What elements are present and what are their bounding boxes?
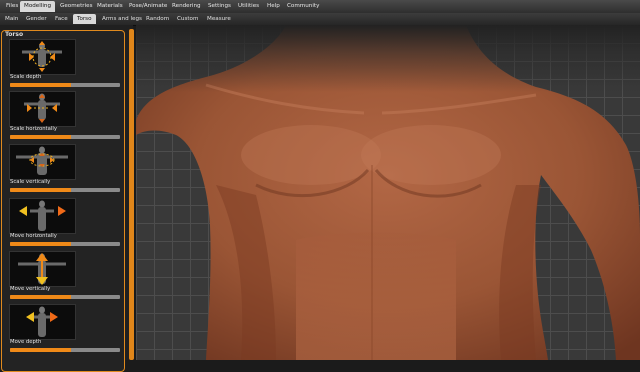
- slider-fill: [10, 188, 71, 192]
- slider-track[interactable]: [10, 295, 120, 299]
- scale-vertical-figure-icon[interactable]: [9, 144, 76, 180]
- subtab-main[interactable]: Main: [1, 14, 22, 24]
- slider-label: Move horizontally: [10, 233, 57, 239]
- slider-fill: [10, 348, 71, 352]
- tab-community[interactable]: Community: [283, 1, 323, 12]
- slider-label: Scale horizontally: [10, 126, 57, 132]
- main-menu-bar: Files Modelling Geometries Materials Pos…: [0, 0, 640, 14]
- subtab-arms-and-legs[interactable]: Arms and legs: [98, 14, 146, 24]
- tab-help[interactable]: Help: [263, 1, 284, 12]
- subtab-random[interactable]: Random: [142, 14, 173, 24]
- tab-modelling[interactable]: Modelling: [20, 1, 55, 12]
- subtab-gender[interactable]: Gender: [22, 14, 51, 24]
- slider-label: Move depth: [10, 339, 42, 345]
- slider-label: Scale vertically: [10, 179, 51, 185]
- tab-geometries[interactable]: Geometries: [56, 1, 97, 12]
- subtab-torso[interactable]: Torso: [73, 14, 96, 24]
- slider-label: Move vertically: [10, 286, 51, 292]
- move-vertical-figure-icon[interactable]: [9, 251, 76, 287]
- slider-fill: [10, 83, 71, 87]
- scale-depth-figure-icon[interactable]: [9, 39, 76, 75]
- subtab-face[interactable]: Face: [51, 14, 72, 24]
- panel-title: Torso: [5, 31, 24, 38]
- viewport-top-shade: [136, 25, 640, 360]
- slider-track[interactable]: [10, 242, 120, 246]
- subtab-measure[interactable]: Measure: [203, 14, 235, 24]
- slider-track[interactable]: [10, 83, 120, 87]
- move-horizontal-figure-icon[interactable]: [9, 198, 76, 234]
- slider-track[interactable]: [10, 188, 120, 192]
- subtab-custom[interactable]: Custom: [173, 14, 202, 24]
- slider-fill: [10, 242, 71, 246]
- torso-panel: Torso Scale depth Scale horizontally Sca…: [1, 30, 125, 372]
- slider-label: Scale depth: [10, 74, 42, 80]
- slider-fill: [10, 135, 71, 139]
- tab-rendering[interactable]: Rendering: [168, 1, 205, 12]
- slider-fill: [10, 295, 71, 299]
- tab-utilities[interactable]: Utilities: [234, 1, 263, 12]
- scale-horizontal-figure-icon[interactable]: [9, 91, 76, 127]
- tab-pose-animate[interactable]: Pose/Animate: [125, 1, 171, 12]
- tab-settings[interactable]: Settings: [204, 1, 235, 12]
- slider-track[interactable]: [10, 135, 120, 139]
- slider-track[interactable]: [10, 348, 120, 352]
- left-sidebar: Torso Scale depth Scale horizontally Sca…: [0, 25, 134, 372]
- move-depth-figure-icon[interactable]: [9, 304, 76, 340]
- 3d-viewport[interactable]: [136, 25, 640, 360]
- panel-scrollbar[interactable]: [129, 29, 134, 360]
- tab-materials[interactable]: Materials: [93, 1, 127, 12]
